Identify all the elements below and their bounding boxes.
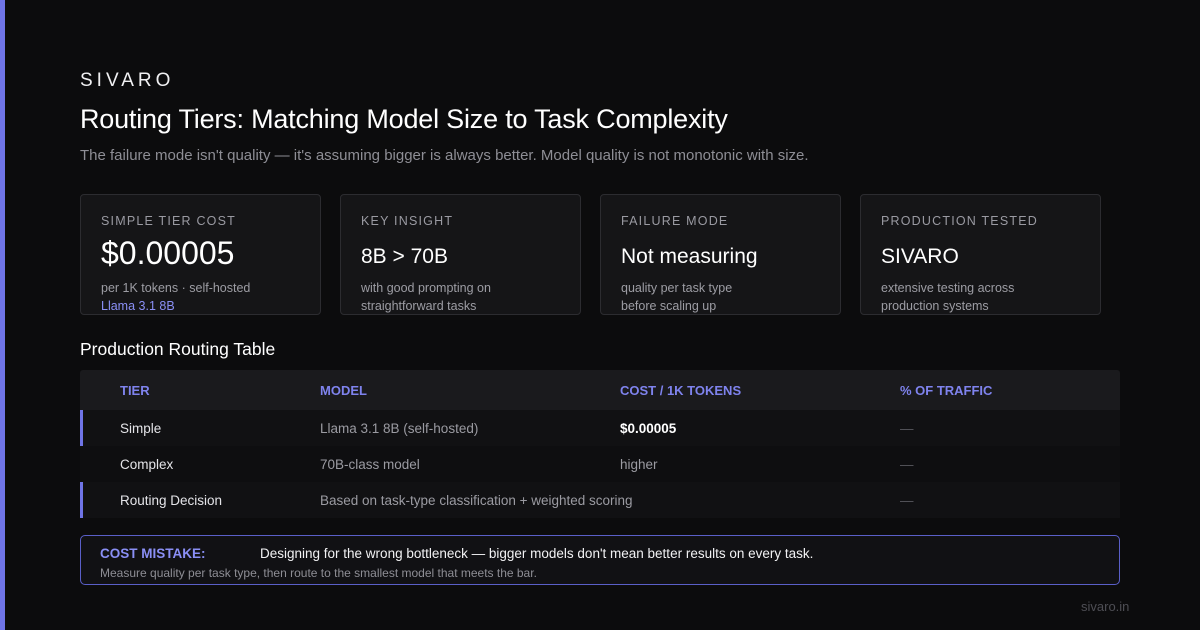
- card-key-insight: KEY INSIGHT 8B > 70B with good prompting…: [340, 194, 581, 315]
- card-desc-line: with good prompting on: [361, 281, 491, 295]
- row-highlight-marker: [80, 482, 83, 518]
- column-header-model: MODEL: [320, 383, 367, 398]
- table-row: Simple Llama 3.1 8B (self-hosted) $0.000…: [80, 410, 1120, 446]
- cell-cost: $0.00005: [620, 421, 677, 436]
- card-desc-model: Llama 3.1 8B: [101, 299, 175, 313]
- cell-tier: Simple: [120, 421, 162, 436]
- page-title: Routing Tiers: Matching Model Size to Ta…: [80, 104, 728, 134]
- callout-label: COST MISTAKE:: [100, 546, 206, 561]
- cell-tier: Complex: [120, 457, 174, 472]
- cell-traffic: —: [900, 457, 914, 472]
- table-row: Complex 70B-class model higher —: [80, 446, 1120, 482]
- cost-mistake-callout: COST MISTAKE: Designing for the wrong bo…: [80, 535, 1120, 585]
- table-row: Routing Decision Based on task-type clas…: [80, 482, 1120, 518]
- card-production-tested: PRODUCTION TESTED SIVARO extensive testi…: [860, 194, 1101, 315]
- cell-model: 70B-class model: [320, 457, 420, 472]
- stat-cards: SIMPLE TIER COST $0.00005 per 1K tokens …: [80, 194, 1101, 315]
- card-desc-line: quality per task type: [621, 281, 733, 295]
- card-label: SIMPLE TIER COST: [101, 214, 236, 228]
- column-header-traffic: % OF TRAFFIC: [900, 383, 993, 398]
- card-description: with good prompting on straightforward t…: [361, 279, 571, 315]
- cell-traffic: —: [900, 493, 914, 508]
- routing-table-title: Production Routing Table: [80, 339, 276, 359]
- column-header-tier: TIER: [120, 383, 150, 398]
- callout-subtext: Measure quality per task type, then rout…: [100, 566, 537, 580]
- cell-model: Llama 3.1 8B (self-hosted): [320, 421, 479, 436]
- footer-url: sivaro.in: [1081, 599, 1130, 614]
- card-desc-line: production systems: [881, 299, 989, 313]
- table-header: TIER MODEL COST / 1K TOKENS % OF TRAFFIC: [80, 370, 1120, 410]
- card-description: extensive testing across production syst…: [881, 279, 1091, 315]
- card-value: SIVARO: [881, 245, 959, 268]
- card-desc-line: extensive testing across: [881, 281, 1015, 295]
- cell-traffic: —: [900, 421, 914, 436]
- card-label: FAILURE MODE: [621, 214, 729, 228]
- brand-logo-text: SIVARO: [80, 70, 175, 91]
- card-desc-line: per 1K tokens · self-hosted: [101, 281, 251, 295]
- card-desc-line: before scaling up: [621, 299, 717, 313]
- card-value: Not measuring: [621, 245, 758, 268]
- row-highlight-marker: [80, 410, 83, 446]
- cell-tier: Routing Decision: [120, 493, 223, 508]
- routing-table: TIER MODEL COST / 1K TOKENS % OF TRAFFIC…: [80, 370, 1120, 518]
- card-simple-tier-cost: SIMPLE TIER COST $0.00005 per 1K tokens …: [80, 194, 321, 315]
- page-subtitle: The failure mode isn't quality — it's as…: [80, 147, 809, 164]
- column-header-cost: COST / 1K TOKENS: [620, 383, 742, 398]
- left-accent-bar: [0, 0, 5, 630]
- card-failure-mode: FAILURE MODE Not measuring quality per t…: [600, 194, 841, 315]
- cell-model: Based on task-type classification + weig…: [320, 493, 633, 508]
- card-description: per 1K tokens · self-hosted Llama 3.1 8B: [101, 279, 311, 315]
- card-value: $0.00005: [101, 235, 235, 271]
- cell-cost: higher: [620, 457, 658, 472]
- card-label: KEY INSIGHT: [361, 214, 454, 228]
- card-description: quality per task type before scaling up: [621, 279, 831, 315]
- callout-text: Designing for the wrong bottleneck — big…: [260, 546, 814, 561]
- card-value: 8B > 70B: [361, 245, 448, 268]
- card-label: PRODUCTION TESTED: [881, 214, 1038, 228]
- card-desc-line: straightforward tasks: [361, 299, 477, 313]
